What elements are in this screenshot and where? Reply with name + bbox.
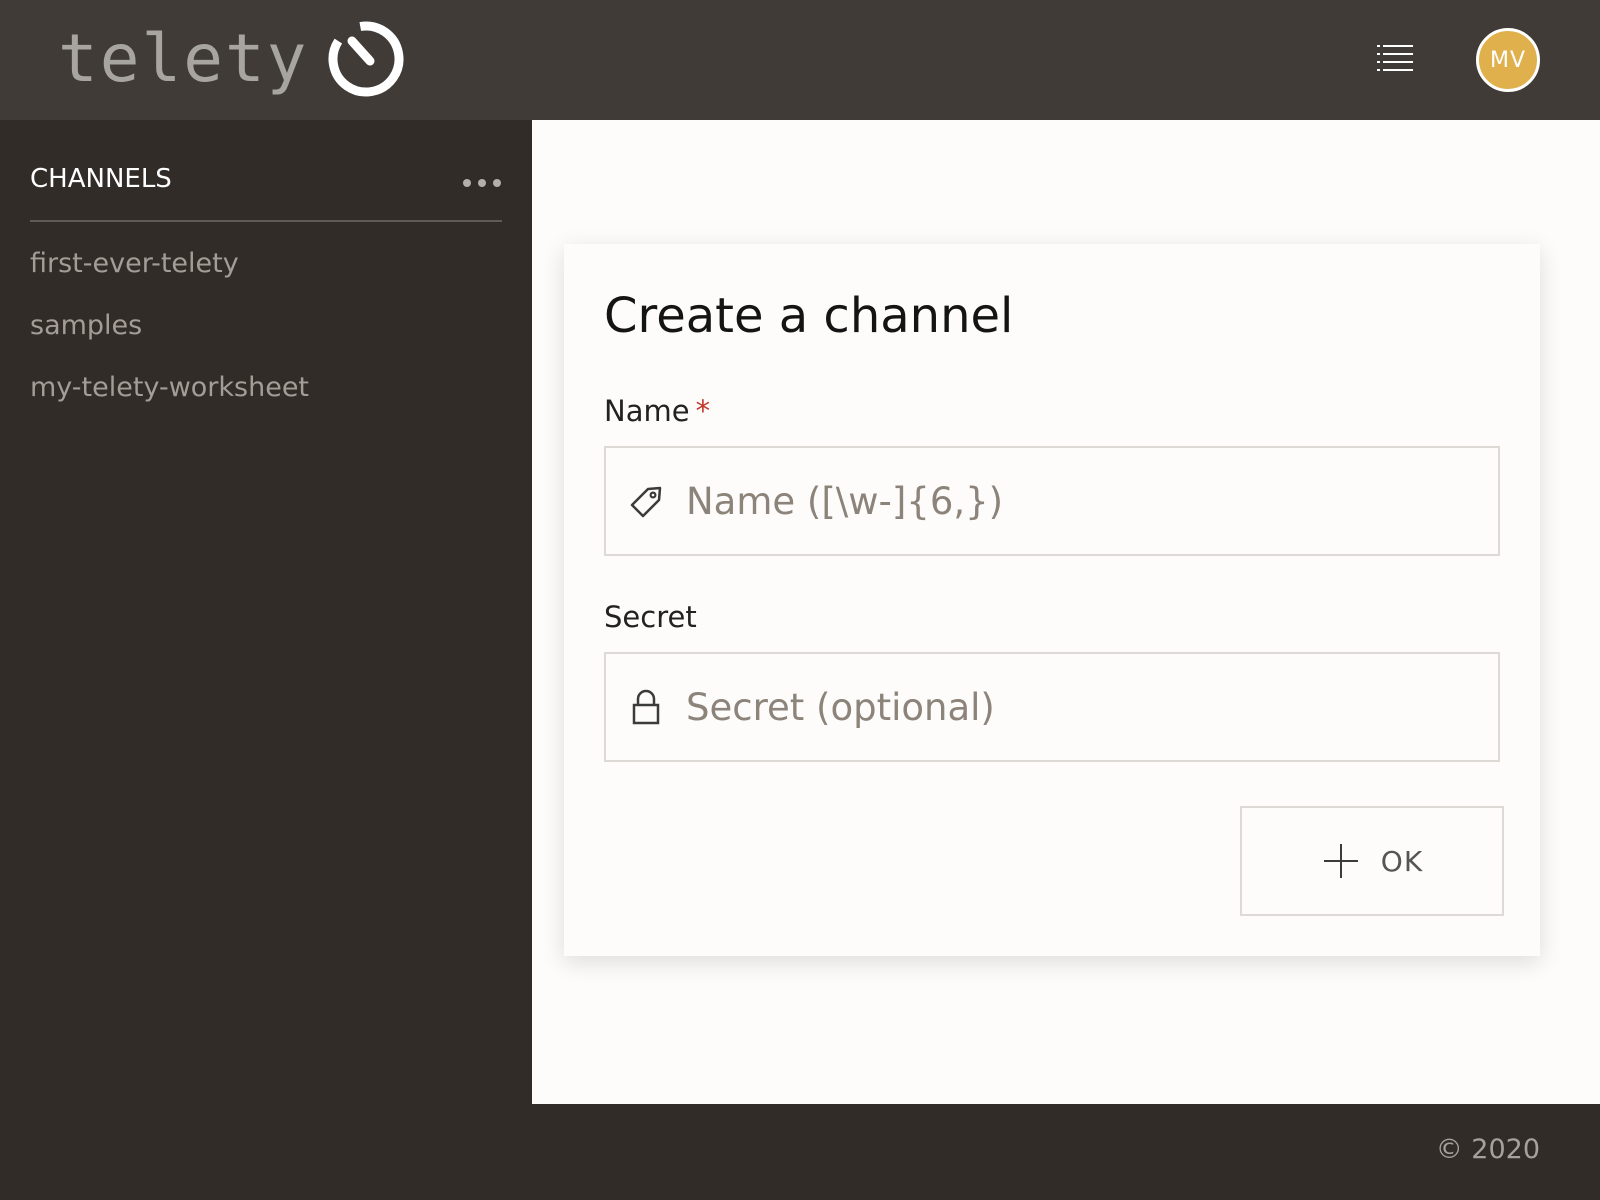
app-footer: © 2020: [0, 1104, 1600, 1200]
power-timer-icon: [328, 21, 404, 97]
lock-icon: [632, 689, 660, 725]
page-title: Create a channel: [604, 288, 1014, 344]
main-content: Create a channel Name* Secret: [532, 120, 1600, 1104]
telety-logo[interactable]: telety: [58, 18, 406, 100]
secret-field-label: Secret: [604, 600, 697, 634]
required-asterisk: *: [695, 394, 711, 428]
name-field-label: Name *: [604, 394, 710, 428]
ok-button-label: OK: [1380, 844, 1424, 878]
channel-list: first-ever-telety samples my-telety-work…: [30, 246, 309, 432]
app-header: telety MV: [0, 0, 1600, 120]
channel-item[interactable]: first-ever-telety: [30, 246, 309, 308]
ellipsis-icon: [463, 179, 501, 187]
name-label-text: Name: [604, 394, 690, 428]
secret-label-text: Secret: [604, 600, 697, 634]
avatar-initials: MV: [1489, 47, 1527, 73]
sidebar-title: CHANNELS: [30, 164, 172, 194]
create-channel-card: Create a channel Name* Secret: [564, 244, 1540, 956]
name-input[interactable]: [686, 479, 1486, 523]
ok-button[interactable]: OK: [1240, 806, 1504, 916]
more-options-button[interactable]: [462, 174, 502, 192]
list-icon: [1377, 45, 1413, 71]
logo-text: telety: [58, 20, 309, 97]
copyright-text: © 2020: [1435, 1134, 1540, 1165]
user-avatar[interactable]: MV: [1476, 28, 1540, 92]
name-input-wrapper: [604, 446, 1500, 556]
channel-item[interactable]: my-telety-worksheet: [30, 370, 309, 432]
secret-input[interactable]: [686, 685, 1486, 729]
menu-button[interactable]: [1377, 44, 1413, 72]
secret-input-wrapper: [604, 652, 1500, 762]
channel-item[interactable]: samples: [30, 308, 309, 370]
tag-icon: [630, 486, 662, 518]
plus-icon: [1323, 844, 1358, 878]
sidebar: CHANNELS first-ever-telety samples my-te…: [0, 120, 532, 1104]
sidebar-header: CHANNELS: [30, 160, 502, 222]
